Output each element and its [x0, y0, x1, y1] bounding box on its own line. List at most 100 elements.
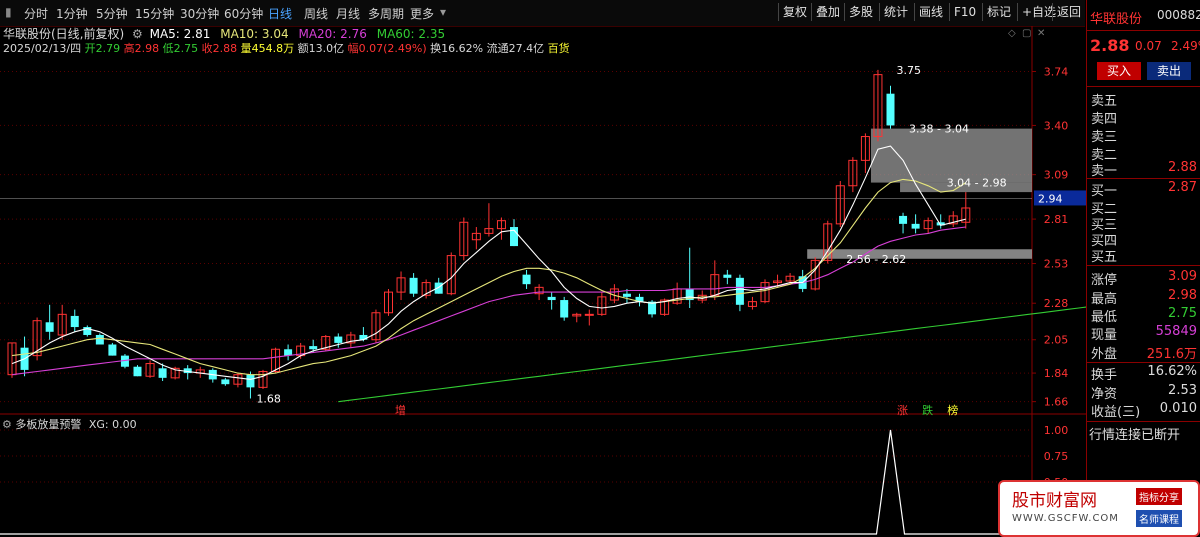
candle [296, 342, 306, 359]
price-change: 0.07 [1135, 39, 1162, 53]
tab-weekly[interactable]: 周线 [304, 5, 328, 22]
candle [32, 317, 42, 361]
candle-body [334, 336, 343, 343]
candle [471, 227, 481, 250]
tab-15min[interactable]: 15分钟 [135, 5, 174, 22]
ask-row: 卖三 [1091, 130, 1118, 145]
candle [886, 85, 895, 129]
y-tick-label: 1.84 [1044, 367, 1069, 380]
ma-lines [11, 145, 1086, 403]
price-annotation: 3.38 - 3.04 [909, 123, 969, 136]
overlay-button[interactable]: 叠加 [811, 3, 844, 21]
connection-status: 行情连接已断开 [1089, 428, 1181, 443]
adjust-button[interactable]: 复权 [778, 3, 811, 21]
candle [108, 342, 117, 356]
y-tick-label: 3.40 [1044, 119, 1069, 132]
candle-body [899, 215, 908, 224]
y-tick-label: 2.28 [1044, 297, 1069, 310]
draw-button[interactable]: 画线 [914, 3, 947, 21]
candle-body [409, 277, 418, 294]
y-tick-label: 2.05 [1044, 334, 1069, 347]
candle [221, 377, 230, 386]
ask-row: 卖五 [1091, 94, 1118, 109]
ask-row: 卖四 [1091, 112, 1118, 127]
candle [45, 304, 54, 340]
multi-stock-button[interactable]: 多股 [844, 3, 877, 21]
candle-body [886, 93, 895, 126]
watermark-tag2: 名师课程 [1136, 510, 1182, 527]
price-annotation: 3.75 [897, 64, 922, 77]
candle-body [108, 344, 117, 356]
panel-close-icon[interactable]: ◇ [1008, 28, 1016, 39]
stats-button[interactable]: 统计 [879, 3, 912, 21]
candle [584, 309, 594, 326]
candle [597, 292, 607, 316]
last-price: 2.88 [1090, 36, 1130, 55]
tab-daily[interactable]: 日线 [268, 5, 292, 22]
price-pct: 2.49% [1171, 39, 1200, 53]
candle-body [584, 313, 594, 316]
bid-row: 买一 2.87 [1091, 180, 1197, 199]
sell-button[interactable]: 卖出 [1147, 62, 1191, 80]
indicator-settings-icon[interactable]: ⚙ [2, 418, 12, 431]
candle-body [434, 282, 443, 294]
event-mark: 增 [395, 403, 406, 417]
panel-maximize-icon[interactable]: ▢ [1022, 28, 1031, 39]
kline-chart[interactable]: 3.75 3.38 - 3.04 3.04 - 2.98 2.56 - 2.62 1.6… [0, 26, 1086, 536]
candle-body [133, 366, 142, 377]
price-annotation: 1.68 [256, 392, 281, 405]
candle [70, 309, 79, 332]
stat-turnover: 换手 16.62% [1091, 364, 1197, 383]
tab-30min[interactable]: 30分钟 [180, 5, 219, 22]
tab-monthly[interactable]: 月线 [336, 5, 360, 22]
candle-body [560, 300, 569, 318]
candle [20, 336, 29, 377]
candle-body [309, 346, 318, 350]
tab-more[interactable]: 更多 [410, 5, 434, 22]
period-toolbar: ▮ 分时 1分钟 5分钟 15分钟 30分钟 60分钟 日线 周线 月线 多周期… [0, 0, 1085, 27]
candle-body [359, 334, 368, 340]
watermark-url: WWW.GSCFW.COM [1012, 513, 1119, 524]
indicator-tick-label: 1.00 [1044, 424, 1069, 437]
candle [284, 344, 293, 361]
candle [635, 293, 644, 307]
stat-current-volume: 现量 55849 [1091, 324, 1197, 343]
panel-x-icon[interactable]: ✕ [1037, 28, 1045, 39]
candle [145, 360, 155, 378]
candle-body [158, 368, 167, 378]
quote-panel: 华联股份 000882 2.88 0.07 2.49% 买入 卖出 卖五 卖四 … [1086, 0, 1200, 536]
back-icon[interactable]: ▮ [5, 5, 12, 19]
indicator-title[interactable]: 多板放量预警 [15, 418, 81, 431]
candle [899, 212, 908, 234]
price-annotation: 2.56 - 2.62 [846, 253, 906, 266]
candle [246, 371, 255, 399]
tab-5min[interactable]: 5分钟 [96, 5, 128, 22]
candle [672, 282, 682, 305]
ma60-line [338, 306, 1086, 403]
candle [961, 192, 971, 229]
candle [409, 273, 418, 297]
dropdown-icon[interactable]: ▾ [440, 5, 446, 19]
candle-body [221, 379, 230, 385]
candle [484, 203, 494, 237]
candle [923, 217, 933, 234]
candle [848, 157, 858, 193]
event-mark: 榜 [947, 403, 958, 417]
mark-button[interactable]: 标记 [982, 3, 1015, 21]
f10-button[interactable]: F10 [949, 3, 980, 21]
tab-1min[interactable]: 1分钟 [56, 5, 88, 22]
stat-high: 最高 2.98 [1091, 288, 1197, 307]
chart-grid [0, 26, 1086, 536]
tab-60min[interactable]: 60分钟 [224, 5, 263, 22]
tab-timeshare[interactable]: 分时 [24, 5, 48, 22]
candle-body [911, 223, 920, 229]
tab-multi-period[interactable]: 多周期 [368, 5, 404, 22]
buy-button[interactable]: 买入 [1097, 62, 1141, 80]
candle [384, 288, 393, 316]
ma20-line [11, 226, 966, 376]
return-button[interactable]: 返回 [1052, 3, 1085, 21]
candle [810, 257, 820, 291]
site-watermark: 股市财富网 指标分享 名师课程 WWW.GSCFW.COM [998, 480, 1200, 537]
watermark-brand: 股市财富网 [1012, 491, 1097, 511]
stock-code: 000882 [1157, 8, 1200, 22]
